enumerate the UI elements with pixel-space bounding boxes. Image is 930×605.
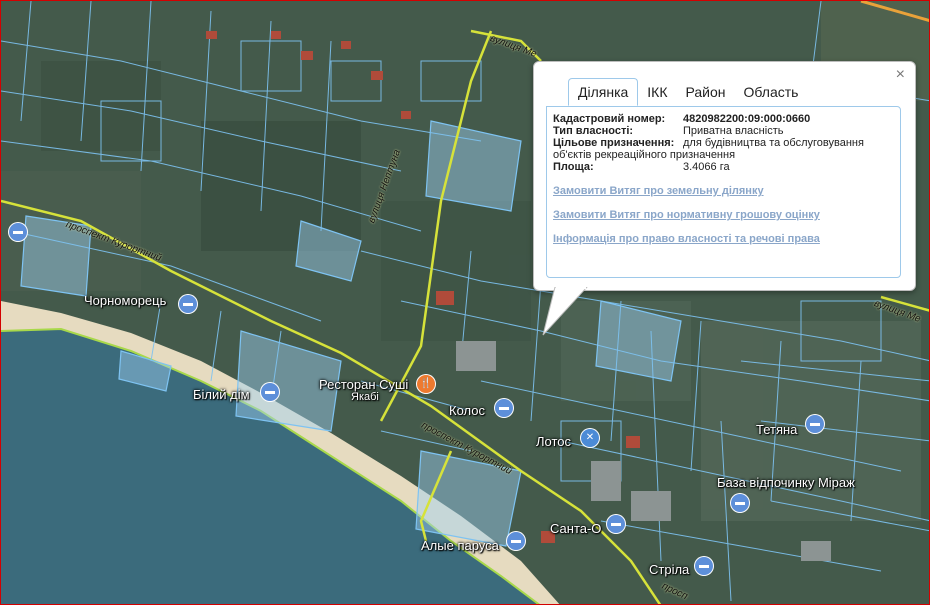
place-label-yakabi[interactable]: Якабі	[351, 391, 379, 403]
ownership-label: Тип власності:	[553, 125, 634, 137]
place-label-bilyi-dim[interactable]: Білий дім	[193, 387, 250, 402]
ownership-rights-info-link[interactable]: Інформація про право власності та речові…	[553, 233, 820, 245]
close-icon[interactable]: ×	[896, 66, 905, 84]
cadastral-label: Кадастровий номер:	[553, 113, 666, 125]
hotel-icon[interactable]: ▬	[806, 415, 824, 433]
parcel-info-popup: × Ділянка ІКК Район Область Кадастровий …	[533, 61, 916, 291]
place-label-lotos[interactable]: Лотос	[536, 434, 571, 449]
hotel-icon[interactable]: ▬	[731, 494, 749, 512]
tab-region[interactable]: Область	[735, 79, 808, 105]
hotel-icon[interactable]: ▬	[179, 295, 197, 313]
purpose-value: для будівництва та обслуговування об'єкт…	[553, 137, 864, 161]
tab-parcel[interactable]: Ділянка	[568, 78, 639, 106]
tab-district[interactable]: Район	[677, 79, 735, 105]
place-label-strila[interactable]: Стріла	[649, 562, 689, 577]
hotel-icon[interactable]: ▬	[261, 383, 279, 401]
ownership-value: Приватна власність	[683, 125, 784, 137]
map-view[interactable]: проспект Курортний проспект Курортний пр…	[0, 0, 930, 605]
area-value: 3.4066 га	[683, 161, 730, 173]
popup-tail	[542, 287, 588, 336]
place-label-santa[interactable]: Санта-О	[550, 521, 601, 536]
parcel-info-panel: Кадастровий номер: 4820982200:09:000:066…	[546, 106, 901, 278]
sports-icon[interactable]: ✕	[581, 429, 599, 447]
place-label-chornomorets[interactable]: Чорноморець	[84, 293, 166, 308]
place-label-kolos[interactable]: Колос	[449, 403, 485, 418]
hotel-icon[interactable]: ▬	[695, 557, 713, 575]
place-label-tetiana[interactable]: Тетяна	[756, 422, 797, 437]
popup-tabs: Ділянка ІКК Район Область	[568, 78, 808, 106]
hotel-icon[interactable]: ▬	[607, 515, 625, 533]
place-label-mirazh[interactable]: База відпочинку Міраж	[717, 475, 855, 490]
order-parcel-extract-link[interactable]: Замовити Витяг про земельну ділянку	[553, 185, 764, 197]
order-valuation-extract-link[interactable]: Замовити Витяг про нормативну грошову оц…	[553, 209, 820, 221]
hotel-icon[interactable]: ▬	[507, 532, 525, 550]
restaurant-icon[interactable]: 🍴	[417, 375, 435, 393]
hotel-icon[interactable]: ▬	[495, 399, 513, 417]
cadastral-value: 4820982200:09:000:0660	[683, 113, 811, 125]
place-label-alye-parusa[interactable]: Алые паруса	[421, 538, 499, 553]
area-label: Площа:	[553, 161, 594, 173]
place-label-restaurant[interactable]: Ресторан Суші	[319, 377, 408, 392]
hotel-icon[interactable]: ▬	[9, 223, 27, 241]
tab-ikk[interactable]: ІКК	[638, 79, 676, 105]
